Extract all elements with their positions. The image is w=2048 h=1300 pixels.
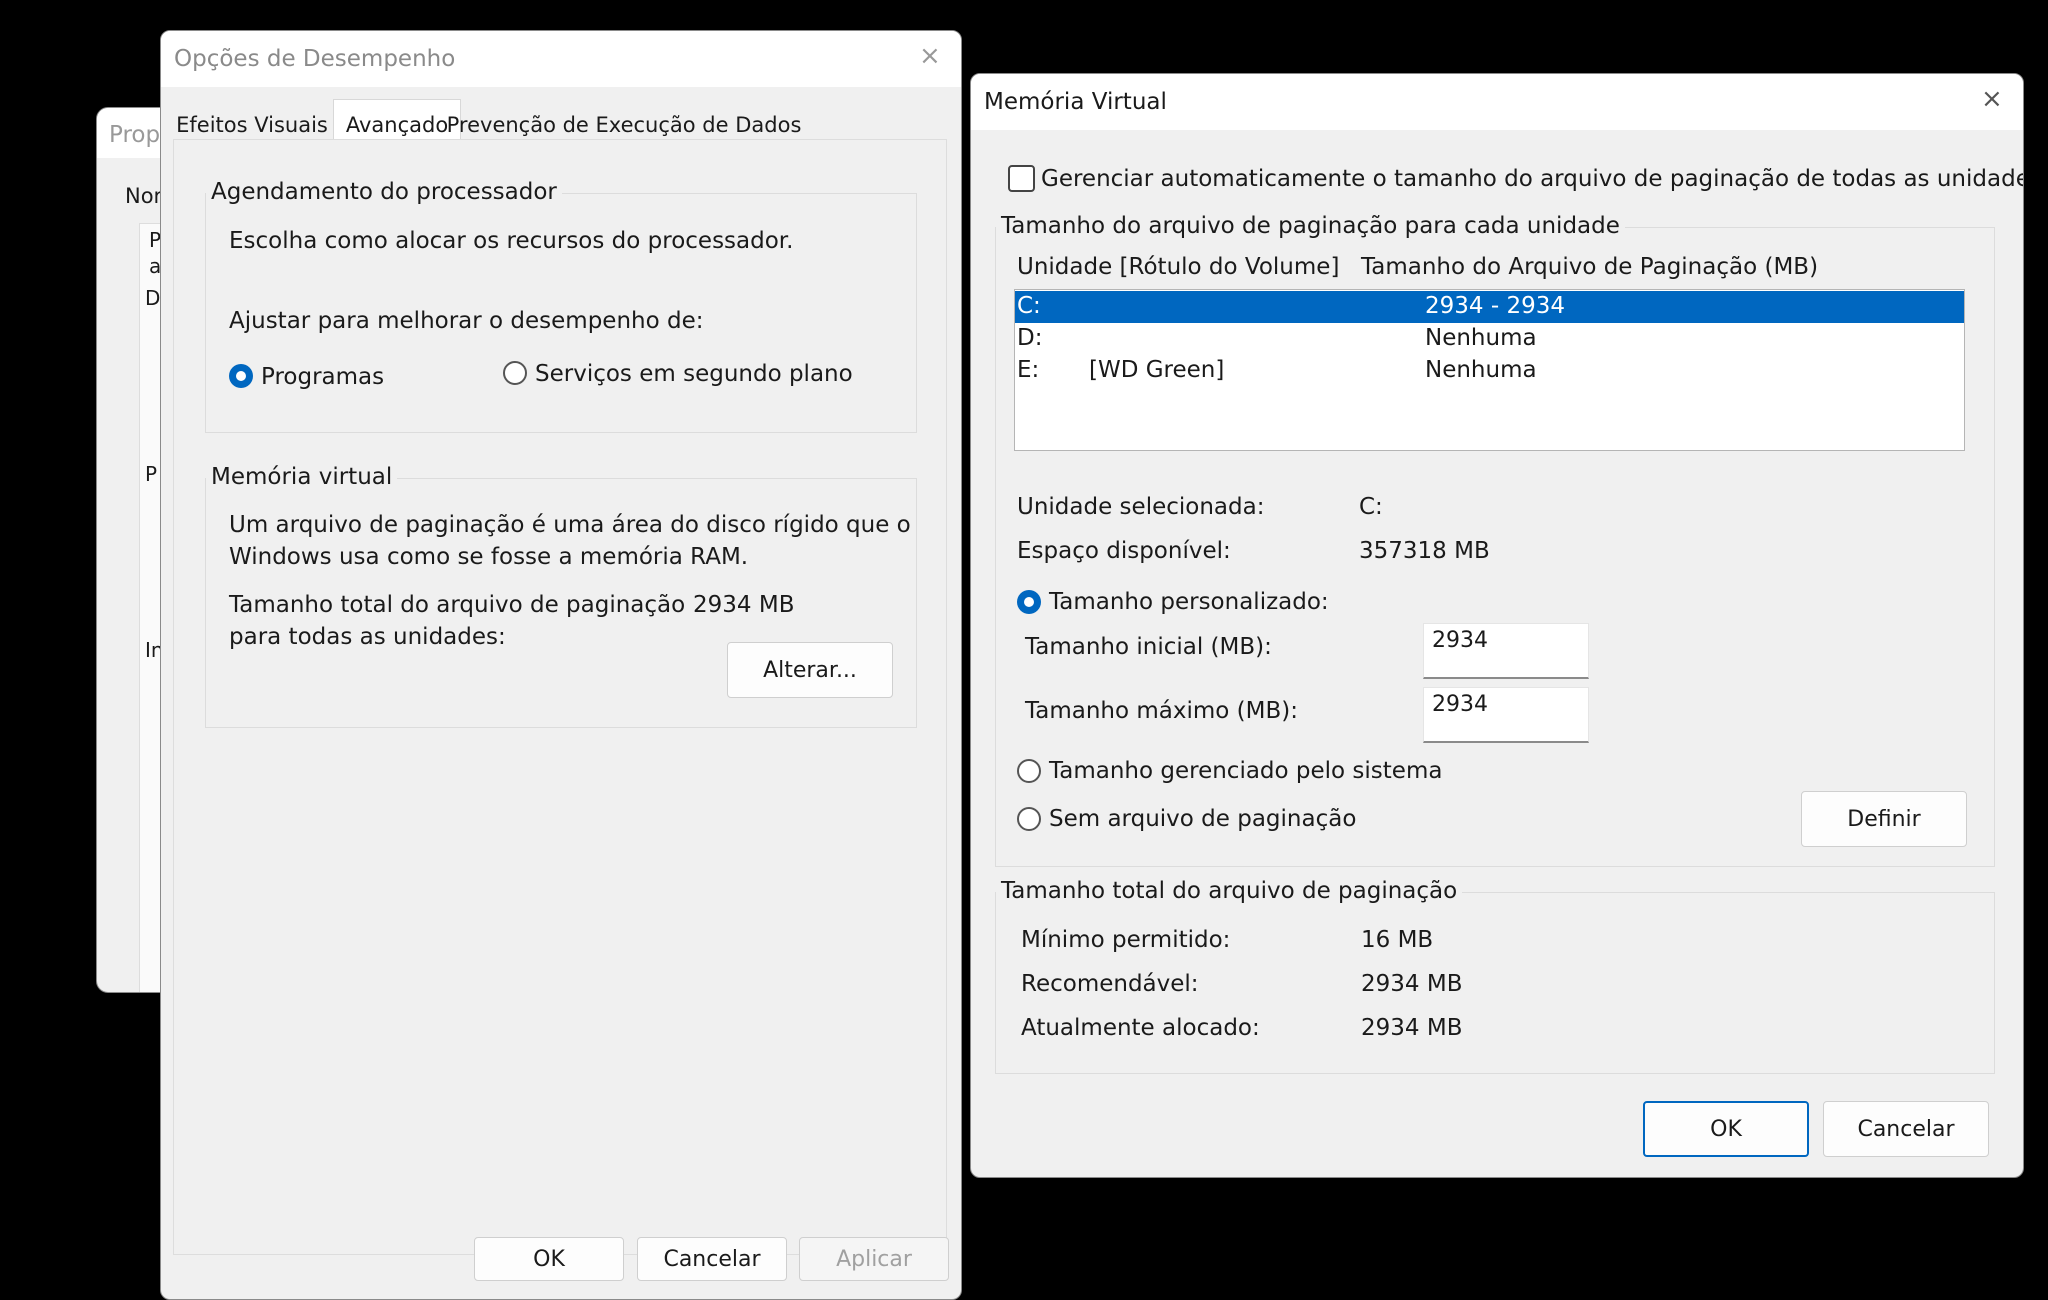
custom-size-label: Tamanho personalizado: [1049,589,1329,615]
minimum-allowed-value: 16 MB [1361,927,1434,953]
selected-drive-label: Unidade selecionada: [1017,494,1265,520]
drive-letter: C: [1017,293,1041,319]
drive-row-d[interactable]: D: Nenhuma [1015,323,1964,355]
bg-fragment: D [145,286,161,310]
drive-list[interactable]: C: 2934 - 2934 D: Nenhuma E: [WD Green] … [1014,289,1965,451]
total-size-label-line1: Tamanho total do arquivo de paginação [229,592,686,618]
cancel-button[interactable]: Cancelar [637,1237,787,1281]
virtual-memory-description-line1: Um arquivo de paginação é uma área do di… [229,512,911,538]
recommended-value: 2934 MB [1361,971,1463,997]
currently-allocated-value: 2934 MB [1361,1015,1463,1041]
auto-manage-checkbox[interactable] [1008,165,1035,192]
max-size-label: Tamanho máximo (MB): [1025,698,1298,724]
minimum-allowed-label: Mínimo permitido: [1021,927,1231,953]
currently-allocated-label: Atualmente alocado: [1021,1015,1260,1041]
max-size-input[interactable]: 2934 [1423,687,1589,743]
no-paging-file-radio[interactable] [1017,807,1041,831]
drive-letter: D: [1017,325,1043,351]
background-services-radio[interactable] [503,361,527,385]
bg-window-title: Prop [109,122,161,148]
free-space-value: 357318 MB [1359,538,1490,564]
ok-button[interactable]: OK [1643,1101,1809,1157]
selected-drive-value: C: [1359,494,1383,520]
close-icon[interactable]: × [919,43,941,69]
system-managed-label: Tamanho gerenciado pelo sistema [1049,758,1443,784]
adjust-label: Ajustar para melhorar o desempenho de: [229,308,704,334]
change-button[interactable]: Alterar... [727,642,893,698]
programs-radio[interactable] [229,364,253,388]
apply-button[interactable]: Aplicar [799,1237,949,1281]
total-size-value: 2934 MB [693,592,795,618]
custom-size-radio[interactable] [1017,590,1041,614]
bg-fragment: P [145,462,158,486]
virtual-memory-title: Memória Virtual [984,89,1167,115]
ok-button[interactable]: OK [474,1237,624,1281]
cancel-button[interactable]: Cancelar [1823,1101,1989,1157]
drive-volume-label: [WD Green] [1089,357,1225,383]
drive-paging-size: Nenhuma [1425,325,1537,351]
processor-scheduling-legend: Agendamento do processador [206,179,562,205]
per-drive-legend: Tamanho do arquivo de paginação para cad… [996,213,1625,239]
virtual-memory-window: Memória Virtual × Gerenciar automaticame… [970,73,2024,1178]
drive-column-header: Unidade [Rótulo do Volume] [1017,254,1340,280]
total-paging-legend: Tamanho total do arquivo de paginação [996,878,1463,904]
bg-tab[interactable]: Nor [125,184,162,208]
virtual-memory-legend: Memória virtual [206,464,398,490]
background-services-label: Serviços em segundo plano [535,361,853,387]
programs-label: Programas [261,364,385,390]
no-paging-file-label: Sem arquivo de paginação [1049,806,1357,832]
drive-paging-size: 2934 - 2934 [1425,293,1565,319]
total-size-label-line2: para todas as unidades: [229,624,506,650]
performance-options-window: Opções de Desempenho × Efeitos Visuais A… [160,30,962,1300]
auto-manage-label: Gerenciar automaticamente o tamanho do a… [1041,166,2024,192]
drive-row-c[interactable]: C: 2934 - 2934 [1015,291,1964,323]
free-space-label: Espaço disponível: [1017,538,1231,564]
performance-title: Opções de Desempenho [174,46,456,72]
system-managed-radio[interactable] [1017,759,1041,783]
drive-letter: E: [1017,357,1040,383]
recommended-label: Recomendável: [1021,971,1199,997]
scheduling-description: Escolha como alocar os recursos do proce… [229,228,794,254]
drive-paging-size: Nenhuma [1425,357,1537,383]
size-column-header: Tamanho do Arquivo de Paginação (MB) [1361,254,1819,280]
virtual-memory-description-line2: Windows usa como se fosse a memória RAM. [229,544,749,570]
set-button[interactable]: Definir [1801,791,1967,847]
initial-size-input[interactable]: 2934 [1423,623,1589,679]
close-icon[interactable]: × [1981,86,2003,112]
initial-size-label: Tamanho inicial (MB): [1025,634,1272,660]
drive-row-e[interactable]: E: [WD Green] Nenhuma [1015,355,1964,387]
